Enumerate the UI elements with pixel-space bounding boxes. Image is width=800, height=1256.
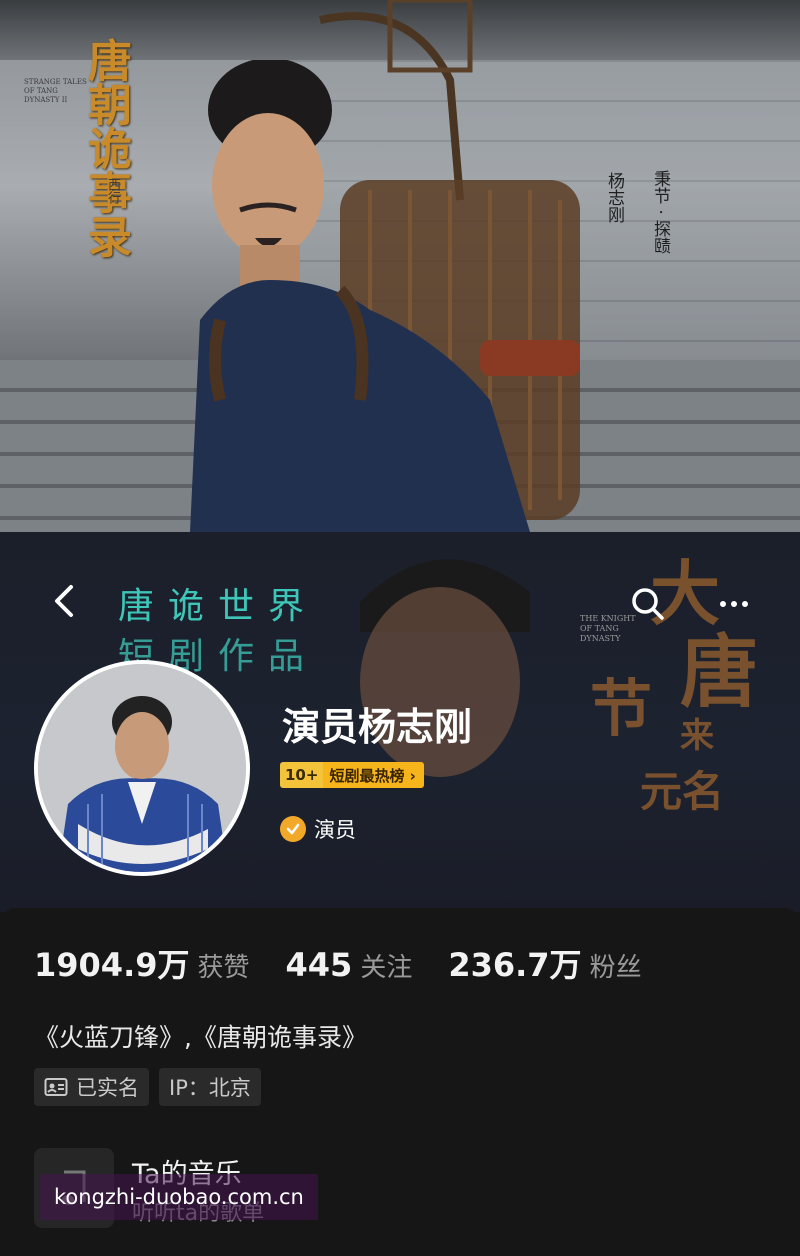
actor-name-vertical: 杨志刚 bbox=[604, 172, 624, 223]
search-icon bbox=[632, 588, 664, 620]
rank-label: 短剧最热榜 › bbox=[323, 762, 424, 788]
stat-label: 获赞 bbox=[197, 953, 250, 983]
stat-value: 1904.9万 bbox=[34, 946, 190, 984]
more-dots-icon bbox=[720, 601, 726, 607]
profile-header: 大 唐 节 来 元名 THE KNIGHT OF TANG DYNASTY 唐诡… bbox=[0, 532, 800, 912]
stat-label: 关注 bbox=[360, 953, 413, 983]
stat-following[interactable]: 445 关注 bbox=[286, 946, 413, 984]
verified-check-icon bbox=[280, 816, 306, 842]
stat-likes[interactable]: 1904.9万 获赞 bbox=[34, 940, 250, 986]
poster-banner: 唐朝诡事录 STRANGE TALES OF TANG DYNASTY II 西… bbox=[0, 0, 800, 532]
watermark: kongzhi-duobao.com.cn bbox=[40, 1174, 318, 1220]
real-name-label: 已实名 bbox=[76, 1076, 139, 1100]
stat-label: 粉丝 bbox=[589, 953, 642, 983]
real-name-tag: 已实名 bbox=[34, 1068, 149, 1106]
back-arrow-icon bbox=[55, 585, 73, 617]
verified-badge: 演员 bbox=[280, 814, 356, 844]
stat-followers[interactable]: 236.7万 粉丝 bbox=[448, 940, 641, 986]
calligraphy-char: 唐 bbox=[680, 627, 759, 718]
rank-number: 10+ bbox=[280, 762, 324, 788]
stat-value: 445 bbox=[285, 946, 353, 984]
stat-value: 236.7万 bbox=[448, 946, 582, 984]
calligraphy-char: 元名 bbox=[640, 767, 725, 816]
poster-side-text: 西行 bbox=[105, 178, 120, 204]
verified-label: 演员 bbox=[314, 818, 356, 842]
poster-title: 唐朝诡事录 bbox=[80, 38, 131, 258]
calligraphy-char: 节 bbox=[590, 672, 653, 745]
avatar-illustration bbox=[38, 664, 246, 872]
more-dots-icon bbox=[731, 601, 737, 607]
role-description-vertical: 秉节 · 探赜 bbox=[650, 170, 670, 255]
tags-row: 已实名 IP：北京 bbox=[34, 1068, 261, 1106]
rank-badge[interactable]: 10+ 短剧最热榜 › bbox=[280, 762, 424, 788]
calligraphy-char: 来 bbox=[680, 716, 714, 756]
ip-location-label: IP：北京 bbox=[169, 1076, 251, 1100]
more-button[interactable] bbox=[712, 586, 756, 622]
works-text: 《火蓝刀锋》,《唐朝诡事录》 bbox=[34, 1023, 367, 1052]
back-button[interactable] bbox=[40, 576, 90, 626]
poster-subtitle: STRANGE TALES OF TANG DYNASTY II bbox=[24, 78, 87, 104]
calligraphy-title: 大 唐 节 来 元名 bbox=[580, 538, 780, 838]
ip-location-tag: IP：北京 bbox=[159, 1068, 261, 1106]
avatar[interactable] bbox=[34, 660, 250, 876]
stats-row: 1904.9万 获赞 445 关注 236.7万 粉丝 bbox=[34, 940, 678, 986]
search-button[interactable] bbox=[626, 582, 670, 626]
profile-name: 演员杨志刚 bbox=[282, 705, 473, 749]
background-face-illustration bbox=[360, 559, 530, 777]
more-dots-icon bbox=[742, 601, 748, 607]
banner-teal-line1: 唐诡世界 bbox=[118, 586, 319, 627]
actor-figure bbox=[190, 60, 530, 532]
id-card-icon bbox=[44, 1078, 68, 1096]
